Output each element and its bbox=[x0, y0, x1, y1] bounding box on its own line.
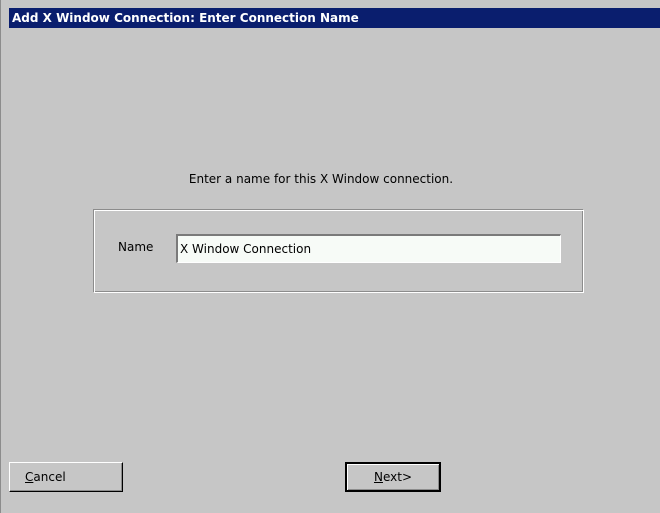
cancel-label: ancel bbox=[33, 470, 66, 484]
instruction-text: Enter a name for this X Window connectio… bbox=[188, 172, 454, 186]
cancel-button[interactable]: Cancel bbox=[9, 462, 123, 492]
connection-name-input[interactable] bbox=[176, 234, 561, 263]
next-mnemonic: N bbox=[373, 470, 383, 484]
next-label: ext> bbox=[382, 470, 413, 484]
name-label: Name bbox=[118, 240, 154, 254]
window-title: Add X Window Connection: Enter Connectio… bbox=[12, 11, 359, 25]
window-title-bar: Add X Window Connection: Enter Connectio… bbox=[9, 8, 660, 28]
dialog-window: Add X Window Connection: Enter Connectio… bbox=[0, 0, 660, 513]
next-button[interactable]: Next> bbox=[345, 462, 441, 492]
